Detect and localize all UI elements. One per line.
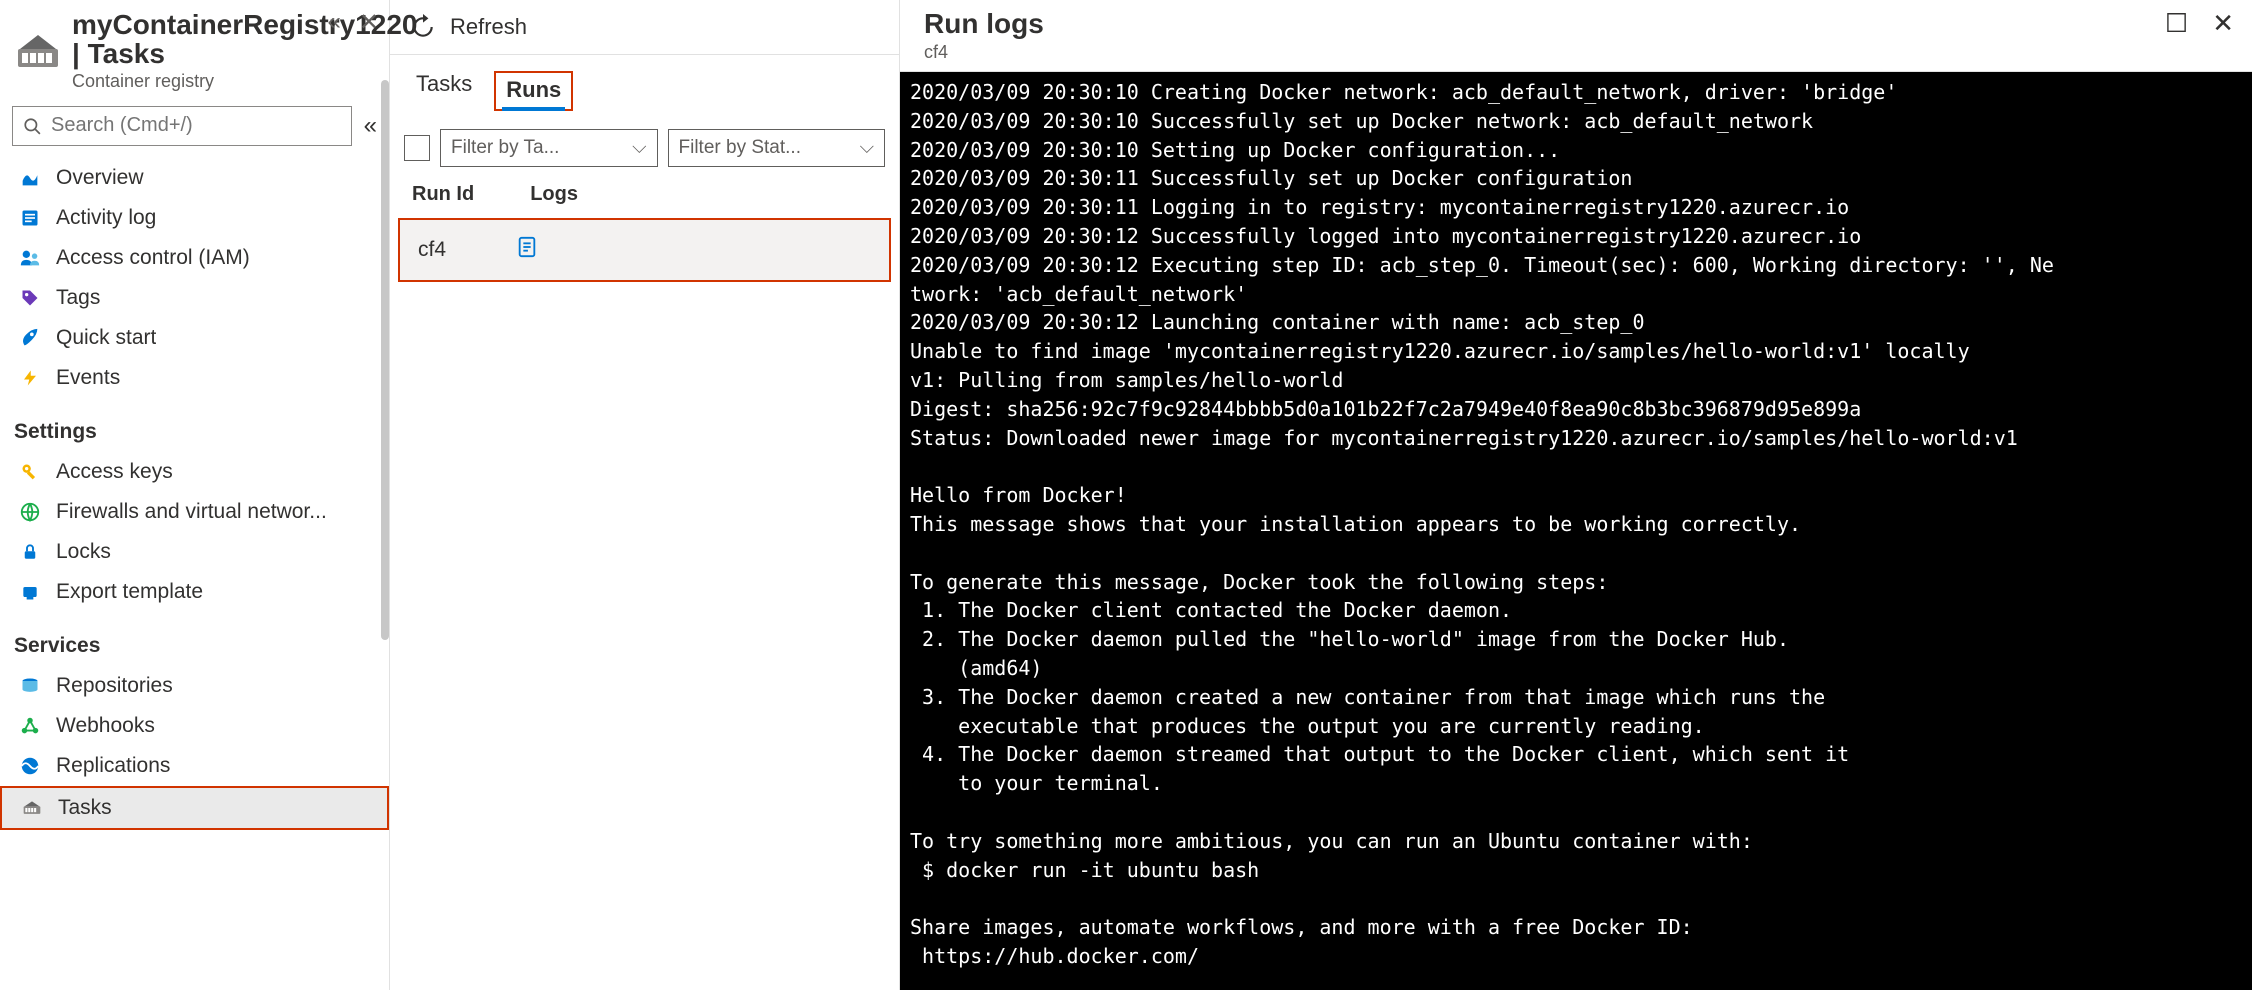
maximize-icon[interactable]: ☐: [2165, 8, 2188, 39]
nav-item-activity-log[interactable]: Activity log: [0, 198, 389, 238]
export-template-icon: [18, 580, 42, 604]
run-row[interactable]: cf4: [398, 218, 891, 282]
terminal-output[interactable]: 2020/03/09 20:30:10 Creating Docker netw…: [900, 72, 2252, 990]
nav-item-access-control[interactable]: Access control (IAM): [0, 238, 389, 278]
quick-start-icon: [18, 326, 42, 350]
page-subtitle: Container registry: [72, 71, 417, 92]
nav-item-events[interactable]: Events: [0, 358, 389, 398]
collapse-nav-icon[interactable]: «: [364, 112, 377, 140]
nav-item-webhooks[interactable]: Webhooks: [0, 706, 389, 746]
col-logs: Logs: [530, 183, 578, 206]
iam-icon: [18, 246, 42, 270]
overview-icon: [18, 166, 42, 190]
search-input-wrapper[interactable]: [12, 106, 352, 146]
nav-item-tasks[interactable]: Tasks: [0, 786, 389, 830]
nav-group-settings: Settings: [0, 398, 389, 452]
filter-by-status-dropdown[interactable]: Filter by Stat... ⌵: [668, 129, 886, 167]
run-logs-title: Run logs: [924, 8, 1044, 40]
nav-item-access-keys[interactable]: Access keys: [0, 452, 389, 492]
nav-group-services: Services: [0, 612, 389, 666]
search-icon: [23, 117, 41, 135]
col-run-id: Run Id: [412, 183, 474, 206]
chevron-down-icon: ⌵: [632, 137, 646, 159]
container-registry-icon: [14, 27, 62, 75]
nav-item-overview[interactable]: Overview: [0, 158, 389, 198]
search-input[interactable]: [49, 113, 341, 138]
tags-icon: [18, 286, 42, 310]
nav-item-replications[interactable]: Replications: [0, 746, 389, 786]
filter-by-task-dropdown[interactable]: Filter by Ta... ⌵: [440, 129, 658, 167]
tab-runs[interactable]: Runs: [494, 71, 573, 111]
lock-icon: [18, 540, 42, 564]
firewall-icon: [18, 500, 42, 524]
nav-item-locks[interactable]: Locks: [0, 532, 389, 572]
chevron-down-icon: ⌵: [860, 137, 874, 159]
run-id-cell: cf4: [418, 238, 446, 262]
nav-item-quick-start[interactable]: Quick start: [0, 318, 389, 358]
refresh-label: Refresh: [450, 14, 527, 40]
nav-item-tags[interactable]: Tags: [0, 278, 389, 318]
tasks-icon: [20, 796, 44, 820]
nav-item-export-template[interactable]: Export template: [0, 572, 389, 612]
replications-icon: [18, 754, 42, 778]
repositories-icon: [18, 674, 42, 698]
logs-icon[interactable]: [516, 234, 538, 266]
tab-tasks[interactable]: Tasks: [416, 71, 472, 111]
collapse-chevrons-icon[interactable]: «: [328, 8, 341, 37]
key-icon: [18, 460, 42, 484]
webhooks-icon: [18, 714, 42, 738]
select-all-checkbox[interactable]: [404, 135, 430, 161]
close-blade-icon[interactable]: ✕: [359, 8, 379, 37]
close-icon[interactable]: ✕: [2212, 8, 2234, 39]
run-logs-subtitle: cf4: [924, 42, 1044, 63]
nav-item-firewalls[interactable]: Firewalls and virtual networ...: [0, 492, 389, 532]
refresh-button[interactable]: Refresh: [390, 0, 899, 55]
events-icon: [18, 366, 42, 390]
scrollbar[interactable]: [381, 80, 389, 640]
activity-log-icon: [18, 206, 42, 230]
nav-item-repositories[interactable]: Repositories: [0, 666, 389, 706]
